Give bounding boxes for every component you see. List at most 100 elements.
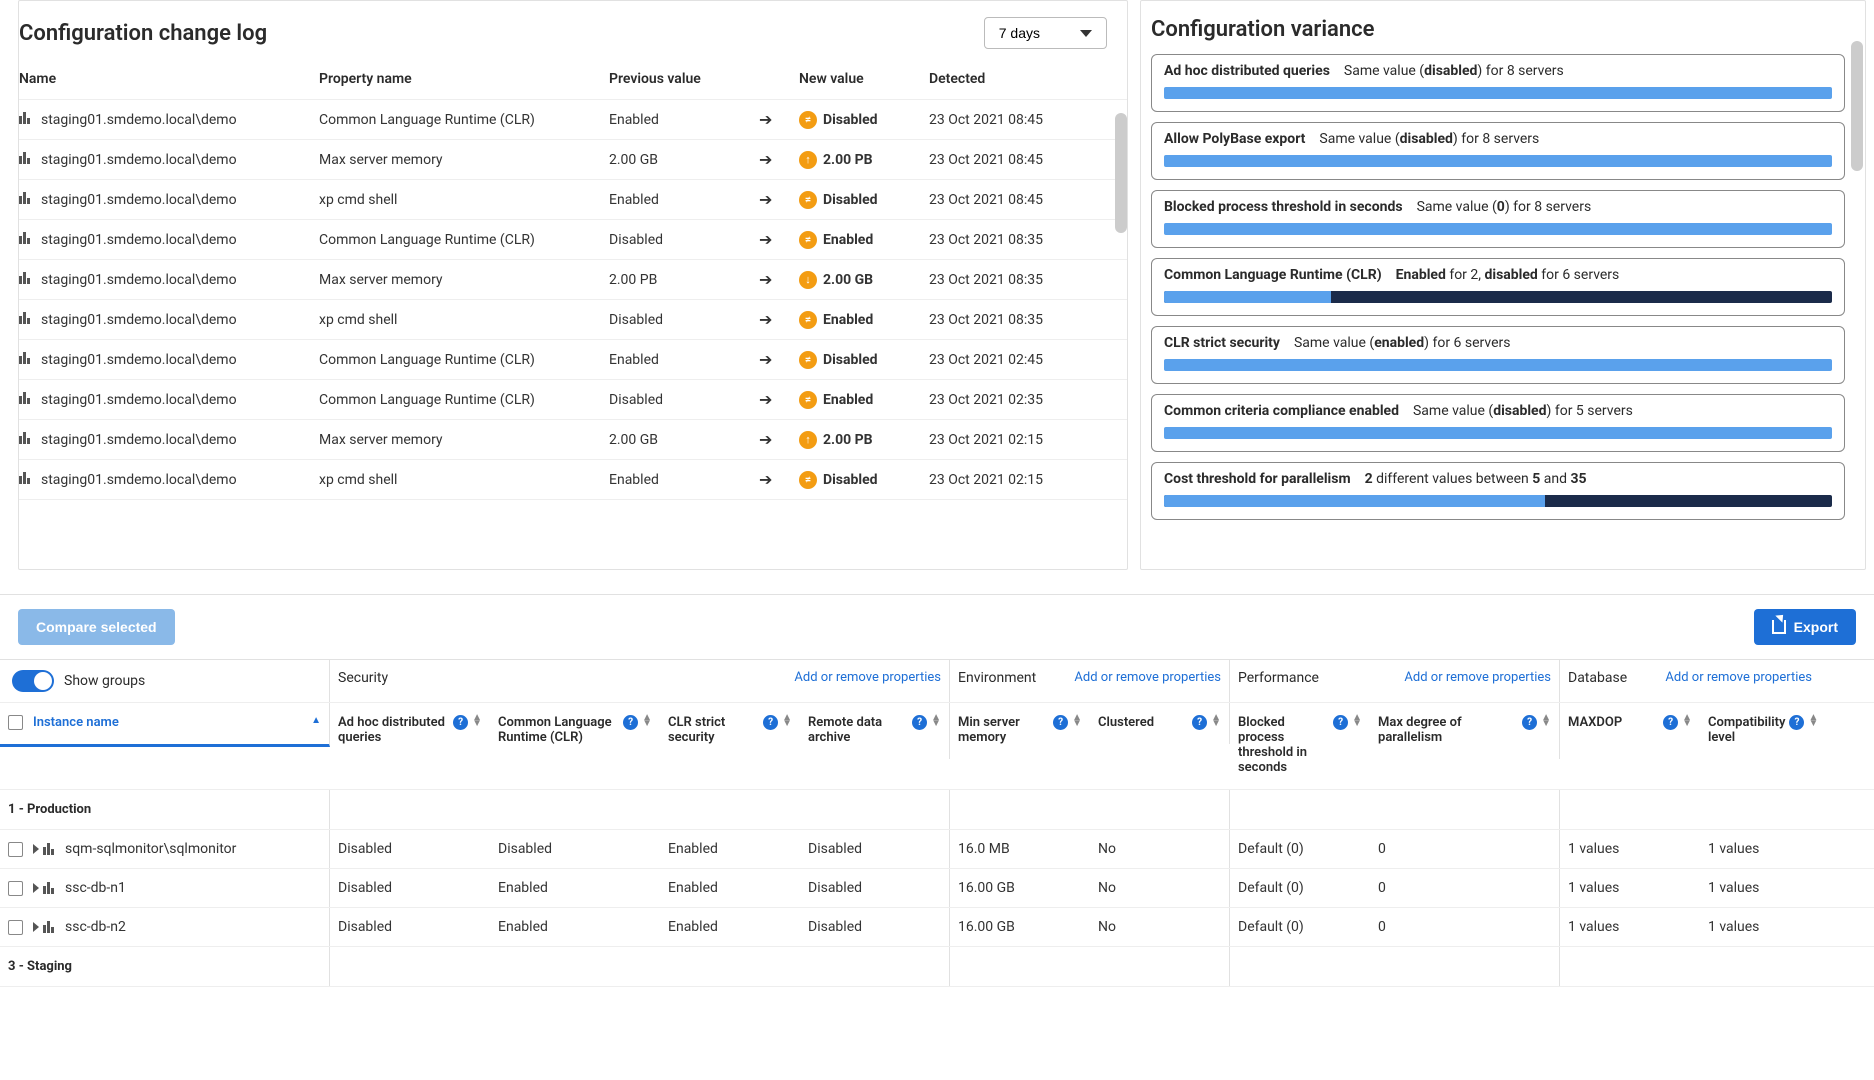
col-name: Name	[19, 71, 319, 87]
instance-row[interactable]: ssc-db-n1DisabledEnabledEnabledDisabled1…	[0, 869, 1874, 908]
compare-selected-button[interactable]: Compare selected	[18, 609, 175, 645]
help-icon[interactable]: ?	[1663, 715, 1678, 730]
log-row[interactable]: staging01.smdemo.local\demoxp cmd shellD…	[19, 300, 1127, 340]
range-dropdown[interactable]: 7 days	[984, 17, 1107, 49]
compare-label: Compare selected	[36, 619, 157, 635]
select-all-checkbox[interactable]	[8, 715, 23, 730]
arrow-right-icon: ➔	[759, 270, 772, 289]
row-checkbox[interactable]	[8, 842, 23, 857]
variance-card[interactable]: Common Language Runtime (CLR)Enabled for…	[1151, 258, 1845, 316]
variance-card[interactable]: Cost threshold for parallelism2 differen…	[1151, 462, 1845, 520]
sort-icon: ▲▼	[1808, 715, 1818, 727]
change-badge-icon: ≠	[799, 391, 817, 409]
change-badge-icon: ≠	[799, 111, 817, 129]
section-database: Database	[1568, 670, 1627, 686]
change-badge-icon: ↑	[799, 431, 817, 449]
instance-row[interactable]: ssc-db-n2DisabledEnabledEnabledDisabled1…	[0, 908, 1874, 947]
export-label: Export	[1794, 619, 1838, 635]
col-new: New value	[799, 71, 929, 87]
show-groups-toggle[interactable]	[12, 670, 54, 692]
help-icon[interactable]: ?	[763, 715, 778, 730]
add-remove-environment[interactable]: Add or remove properties	[1074, 670, 1221, 685]
group-row[interactable]: 3 - Staging	[0, 947, 1874, 987]
arrow-right-icon: ➔	[759, 470, 772, 489]
col-clr[interactable]: Common Language Runtime (CLR)?▲▼	[490, 703, 660, 759]
row-checkbox[interactable]	[8, 920, 23, 935]
server-icon	[19, 432, 37, 444]
col-adhoc[interactable]: Ad hoc distributed queries?▲▼	[330, 703, 490, 759]
add-remove-database[interactable]: Add or remove properties	[1665, 670, 1812, 685]
server-icon	[19, 392, 37, 404]
expand-icon[interactable]	[33, 922, 39, 932]
col-blocked[interactable]: Blocked process threshold in seconds?▲▼	[1230, 703, 1370, 789]
server-icon	[43, 882, 61, 894]
help-icon[interactable]: ?	[1192, 715, 1207, 730]
instance-row[interactable]: sqm-sqlmonitor\sqlmonitorDisabledDisable…	[0, 830, 1874, 869]
show-groups-label: Show groups	[64, 673, 145, 689]
variance-card[interactable]: Common criteria compliance enabledSame v…	[1151, 394, 1845, 452]
expand-icon[interactable]	[33, 883, 39, 893]
variance-card[interactable]: CLR strict securitySame value (enabled) …	[1151, 326, 1845, 384]
help-icon[interactable]: ?	[623, 715, 638, 730]
log-row[interactable]: staging01.smdemo.local\demoMax server me…	[19, 260, 1127, 300]
instance-name-header[interactable]: Instance name ▲	[0, 703, 330, 747]
log-row[interactable]: staging01.smdemo.local\demoCommon Langua…	[19, 340, 1127, 380]
help-icon[interactable]: ?	[1333, 715, 1348, 730]
export-button[interactable]: Export	[1754, 609, 1856, 645]
sort-icon: ▲▼	[1541, 715, 1551, 727]
col-detected: Detected	[929, 71, 1127, 87]
add-remove-performance[interactable]: Add or remove properties	[1404, 670, 1551, 685]
section-security: Security	[338, 670, 388, 686]
col-compat[interactable]: Compatibility level?▲▼	[1700, 703, 1820, 759]
col-remote[interactable]: Remote data archive?▲▼	[800, 703, 950, 759]
section-environment: Environment	[958, 670, 1036, 686]
arrow-right-icon: ➔	[759, 110, 772, 129]
server-icon	[19, 272, 37, 284]
row-checkbox[interactable]	[8, 881, 23, 896]
sort-asc-icon: ▲	[311, 715, 321, 726]
variance-title: Configuration variance	[1151, 17, 1374, 42]
group-row[interactable]: 1 - Production	[0, 790, 1874, 830]
scrollbar[interactable]	[1851, 41, 1863, 171]
scrollbar[interactable]	[1115, 113, 1127, 233]
log-row[interactable]: staging01.smdemo.local\demoCommon Langua…	[19, 100, 1127, 140]
expand-icon[interactable]	[33, 844, 39, 854]
section-performance: Performance	[1238, 670, 1319, 686]
col-minmem[interactable]: Min server memory?▲▼	[950, 703, 1090, 759]
add-remove-security[interactable]: Add or remove properties	[794, 670, 941, 685]
server-icon	[43, 921, 61, 933]
log-row[interactable]: staging01.smdemo.local\demoCommon Langua…	[19, 380, 1127, 420]
change-badge-icon: ≠	[799, 351, 817, 369]
help-icon[interactable]: ?	[1789, 715, 1804, 730]
col-maxdop[interactable]: MAXDOP?▲▼	[1560, 703, 1700, 744]
col-maxdop-parallel[interactable]: Max degree of parallelism?▲▼	[1370, 703, 1560, 759]
change-badge-icon: ≠	[799, 311, 817, 329]
col-clrstrict[interactable]: CLR strict security?▲▼	[660, 703, 800, 759]
arrow-right-icon: ➔	[759, 310, 772, 329]
arrow-right-icon: ➔	[759, 230, 772, 249]
log-row[interactable]: staging01.smdemo.local\demoxp cmd shellE…	[19, 180, 1127, 220]
arrow-right-icon: ➔	[759, 190, 772, 209]
sort-icon: ▲▼	[642, 715, 652, 727]
variance-card[interactable]: Blocked process threshold in secondsSame…	[1151, 190, 1845, 248]
col-prev: Previous value	[609, 71, 759, 87]
changelog-title: Configuration change log	[19, 21, 267, 46]
arrow-right-icon: ➔	[759, 430, 772, 449]
log-row[interactable]: staging01.smdemo.local\demoMax server me…	[19, 420, 1127, 460]
help-icon[interactable]: ?	[1522, 715, 1537, 730]
log-row[interactable]: staging01.smdemo.local\demoxp cmd shellE…	[19, 460, 1127, 500]
log-row[interactable]: staging01.smdemo.local\demoCommon Langua…	[19, 220, 1127, 260]
variance-card[interactable]: Ad hoc distributed queriesSame value (di…	[1151, 54, 1845, 112]
variance-card[interactable]: Allow PolyBase exportSame value (disable…	[1151, 122, 1845, 180]
server-icon	[43, 843, 61, 855]
help-icon[interactable]: ?	[1053, 715, 1068, 730]
help-icon[interactable]: ?	[912, 715, 927, 730]
log-row[interactable]: staging01.smdemo.local\demoMax server me…	[19, 140, 1127, 180]
col-clustered[interactable]: Clustered?▲▼	[1090, 703, 1230, 744]
range-label: 7 days	[999, 25, 1040, 41]
server-icon	[19, 232, 37, 244]
arrow-right-icon: ➔	[759, 390, 772, 409]
help-icon[interactable]: ?	[453, 715, 468, 730]
sort-icon: ▲▼	[1352, 715, 1362, 727]
export-icon	[1772, 620, 1786, 634]
